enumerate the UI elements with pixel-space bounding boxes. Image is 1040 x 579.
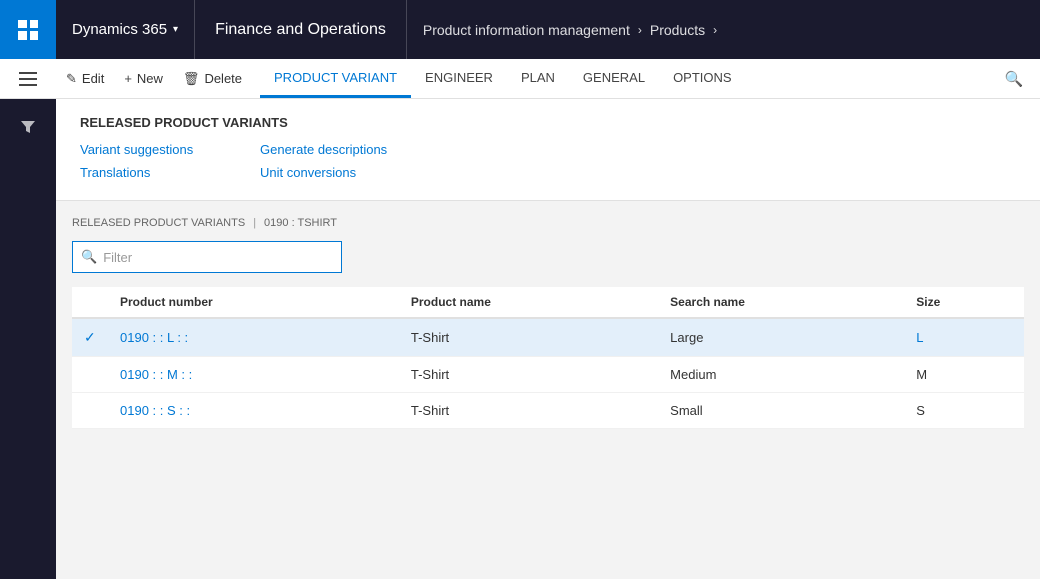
col-check [72,287,108,318]
size-m: M [904,357,1024,393]
search-name-s: Small [658,393,904,429]
size-s: S [904,393,1024,429]
tab-area: PRODUCT VARIANT ENGINEER PLAN GENERAL OP… [260,59,996,98]
search-button[interactable]: 🔍 [996,63,1032,95]
delete-label: Delete [204,71,242,86]
tab-options[interactable]: OPTIONS [659,59,746,98]
delete-icon: 🗑 [183,71,200,87]
toolbar: ✎ Edit + New 🗑 Delete PRODUCT VARIANT EN… [0,59,1040,99]
left-sidebar [0,99,56,579]
table-row[interactable]: 0190 : : S : : T-Shirt Small S [72,393,1024,429]
delete-button[interactable]: 🗑 Delete [173,63,252,95]
product-number-m[interactable]: 0190 : : M : : [108,357,399,393]
breadcrumb-section: Products [650,22,705,38]
breadcrumb-chevron2: › [713,23,717,37]
tab-product-variant[interactable]: PRODUCT VARIANT [260,59,411,98]
finance-operations-title: Finance and Operations [195,0,407,59]
breadcrumb-chevron1: › [638,23,642,37]
row-check-s [72,393,108,429]
product-number-l[interactable]: 0190 : : L : : [108,318,399,357]
col-size: Size [904,287,1024,318]
main-content: RELEASED PRODUCT VARIANTS Variant sugges… [0,99,1040,579]
filter-search-icon: 🔍 [81,249,97,265]
edit-button[interactable]: ✎ Edit [56,63,114,95]
edit-label: Edit [82,71,104,86]
tab-plan[interactable]: PLAN [507,59,569,98]
translations-link[interactable]: Translations [80,165,260,180]
data-table: Product number Product name Search name … [72,287,1024,429]
row-check-l: ✓ [72,318,108,357]
new-button[interactable]: + New [114,63,173,95]
search-name-m: Medium [658,357,904,393]
product-name-s: T-Shirt [399,393,658,429]
tab-general[interactable]: GENERAL [569,59,659,98]
product-name-m: T-Shirt [399,357,658,393]
action-panel-title: RELEASED PRODUCT VARIANTS [80,115,1016,130]
variant-suggestions-link[interactable]: Variant suggestions [80,142,260,157]
edit-icon: ✎ [66,71,77,87]
content-panel: RELEASED PRODUCT VARIANTS Variant sugges… [56,99,1040,579]
hamburger-button[interactable] [0,59,56,99]
action-links: Variant suggestions Generate description… [80,142,1016,180]
unit-conversions-link[interactable]: Unit conversions [260,165,1016,180]
col-search-name: Search name [658,287,904,318]
row-check-m [72,357,108,393]
dynamics365-chevron: ▾ [173,24,178,35]
waffle-icon [18,20,38,40]
breadcrumb-module: Product information management [423,22,630,38]
hamburger-icon [19,72,37,86]
filter-input[interactable] [103,250,333,265]
product-name-l: T-Shirt [399,318,658,357]
table-row[interactable]: 0190 : : M : : T-Shirt Medium M [72,357,1024,393]
action-panel: RELEASED PRODUCT VARIANTS Variant sugges… [56,99,1040,201]
table-header-row: Product number Product name Search name … [72,287,1024,318]
data-panel: RELEASED PRODUCT VARIANTS | 0190 : TSHIR… [56,201,1040,579]
top-nav: Dynamics 365 ▾ Finance and Operations Pr… [0,0,1040,59]
header-separator: | [253,217,256,229]
search-name-l: Large [658,318,904,357]
product-number-s[interactable]: 0190 : : S : : [108,393,399,429]
size-l[interactable]: L [904,318,1024,357]
breadcrumb: Product information management › Product… [407,0,1040,59]
filter-box: 🔍 [72,241,342,273]
generate-descriptions-link[interactable]: Generate descriptions [260,142,1016,157]
table-row[interactable]: ✓ 0190 : : L : : T-Shirt Large L [72,318,1024,357]
filter-sidebar-button[interactable] [8,107,48,147]
col-product-number: Product number [108,287,399,318]
tab-engineer[interactable]: ENGINEER [411,59,507,98]
data-breadcrumb: RELEASED PRODUCT VARIANTS [72,217,245,229]
dynamics365-nav[interactable]: Dynamics 365 ▾ [56,0,195,59]
app-icon[interactable] [0,0,56,59]
dynamics365-label: Dynamics 365 [72,21,167,38]
data-panel-header: RELEASED PRODUCT VARIANTS | 0190 : TSHIR… [72,217,1024,229]
new-label: New [137,71,163,86]
record-id: 0190 : TSHIRT [264,217,337,229]
new-icon: + [124,71,132,86]
col-product-name: Product name [399,287,658,318]
